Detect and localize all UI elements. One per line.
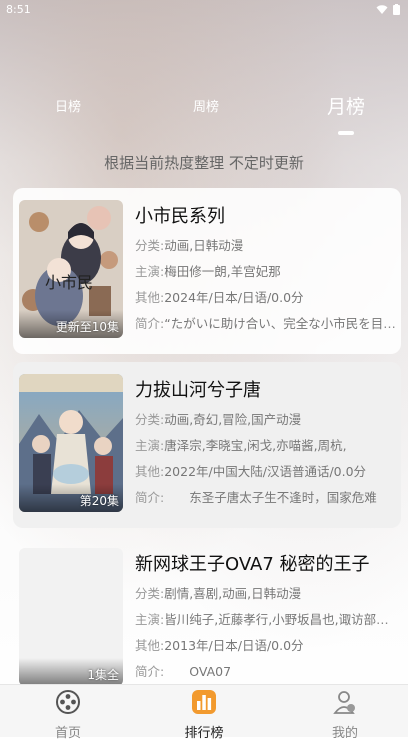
active-tab-indicator: [338, 131, 354, 135]
poster-title-text: 小市民: [45, 273, 93, 292]
episode-badge: 更新至10集: [55, 320, 119, 334]
item-title: 小市民系列: [135, 206, 225, 227]
item-intro: 简介: OVA07: [135, 663, 397, 680]
poster-image[interactable]: 1集全: [19, 548, 123, 686]
category-value: 剧情,喜剧,动画,日韩动漫: [164, 586, 302, 601]
other-value: 2022年/中国大陆/汉语普通话/0.0分: [164, 464, 367, 479]
item-intro: 简介: 东圣子唐太子生不逢时，国家危难: [135, 489, 397, 506]
category-label: 分类:: [135, 238, 165, 253]
tab-weekly[interactable]: 周榜: [186, 96, 226, 115]
status-bar: 8:51: [0, 0, 408, 20]
item-cast: 主演:皆川纯子,近藤孝行,小野坂昌也,诹访部顺一: [135, 611, 397, 628]
item-title: 新网球王子OVA7 秘密的王子: [135, 554, 370, 575]
other-value: 2013年/日本/日语/0.0分: [164, 638, 304, 653]
battery-icon: [393, 4, 400, 15]
category-label: 分类:: [135, 412, 165, 427]
item-intro: 简介:“たがいに助け合い、完全な小市民を目指す”: [135, 315, 397, 332]
intro-label: 简介:: [135, 316, 165, 331]
other-value: 2024年/日本/日语/0.0分: [164, 290, 304, 305]
cast-label: 主演:: [135, 612, 165, 627]
intro-label: 简介:: [135, 490, 165, 505]
item-other: 其他:2024年/日本/日语/0.0分: [135, 289, 397, 306]
poster-image[interactable]: 小市民 更新至10集: [19, 200, 123, 338]
list-item[interactable]: 1集全 新网球王子OVA7 秘密的王子 分类:剧情,喜剧,动画,日韩动漫 主演:…: [13, 536, 401, 702]
nav-profile[interactable]: 我的: [305, 689, 385, 741]
ranking-chart-icon: [192, 690, 216, 714]
intro-value: OVA07: [164, 664, 232, 679]
ranking-subtitle: 根据当前热度整理 不定时更新: [104, 154, 304, 172]
list-item[interactable]: 第20集 力拔山河兮子唐 分类:动画,奇幻,冒险,国产动漫 主演:唐泽宗,李晓宝…: [13, 362, 401, 528]
other-label: 其他:: [135, 638, 165, 653]
bottom-nav: 首页 排行榜 我的: [0, 684, 408, 741]
item-category: 分类:剧情,喜剧,动画,日韩动漫: [135, 585, 397, 602]
item-info: 力拔山河兮子唐 分类:动画,奇幻,冒险,国产动漫 主演:唐泽宗,李晓宝,闲戈,亦…: [135, 376, 397, 506]
ranking-tabs: 日榜 周榜 月榜: [0, 96, 408, 136]
user-icon: [333, 691, 355, 714]
nav-ranking[interactable]: 排行榜: [164, 689, 244, 741]
list-item[interactable]: 小市民 更新至10集 小市民系列 分类:动画,日韩动漫 主演:梅田修一朗,羊宫妃…: [13, 188, 401, 354]
item-title: 力拔山河兮子唐: [135, 380, 261, 401]
wifi-icon: [376, 4, 388, 14]
cast-value: 梅田修一朗,羊宫妃那: [164, 264, 281, 279]
category-value: 动画,奇幻,冒险,国产动漫: [164, 412, 302, 427]
item-info: 新网球王子OVA7 秘密的王子 分类:剧情,喜剧,动画,日韩动漫 主演:皆川纯子…: [135, 550, 397, 680]
episode-badge: 第20集: [79, 494, 119, 508]
cast-value: 唐泽宗,李晓宝,闲戈,亦喵酱,周杭,: [164, 438, 347, 453]
status-time: 8:51: [6, 3, 31, 16]
cast-label: 主演:: [135, 438, 165, 453]
tab-monthly[interactable]: 月榜: [322, 92, 370, 119]
item-cast: 主演:唐泽宗,李晓宝,闲戈,亦喵酱,周杭,: [135, 437, 397, 454]
item-info: 小市民系列 分类:动画,日韩动漫 主演:梅田修一朗,羊宫妃那 其他:2024年/…: [135, 202, 397, 332]
nav-label: 首页: [54, 726, 81, 741]
other-label: 其他:: [135, 290, 165, 305]
episode-badge: 1集全: [87, 668, 119, 682]
item-other: 其他:2013年/日本/日语/0.0分: [135, 637, 397, 654]
item-category: 分类:动画,奇幻,冒险,国产动漫: [135, 411, 397, 428]
cast-label: 主演:: [135, 264, 165, 279]
intro-label: 简介:: [135, 664, 165, 679]
nav-label: 排行榜: [184, 726, 224, 741]
item-other: 其他:2022年/中国大陆/汉语普通话/0.0分: [135, 463, 397, 480]
intro-value: 东圣子唐太子生不逢时，国家危难: [164, 490, 377, 505]
film-reel-icon: [56, 690, 80, 714]
category-value: 动画,日韩动漫: [164, 238, 244, 253]
category-label: 分类:: [135, 586, 165, 601]
nav-home[interactable]: 首页: [28, 689, 108, 741]
tab-daily[interactable]: 日榜: [48, 96, 88, 115]
other-label: 其他:: [135, 464, 165, 479]
status-icons: [376, 4, 400, 15]
intro-value: “たがいに助け合い、完全な小市民を目指す”: [164, 316, 397, 331]
item-cast: 主演:梅田修一朗,羊宫妃那: [135, 263, 397, 280]
cast-value: 皆川纯子,近藤孝行,小野坂昌也,诹访部顺一: [164, 612, 397, 627]
poster-image[interactable]: 第20集: [19, 374, 123, 512]
nav-label: 我的: [331, 726, 358, 741]
item-category: 分类:动画,日韩动漫: [135, 237, 397, 254]
